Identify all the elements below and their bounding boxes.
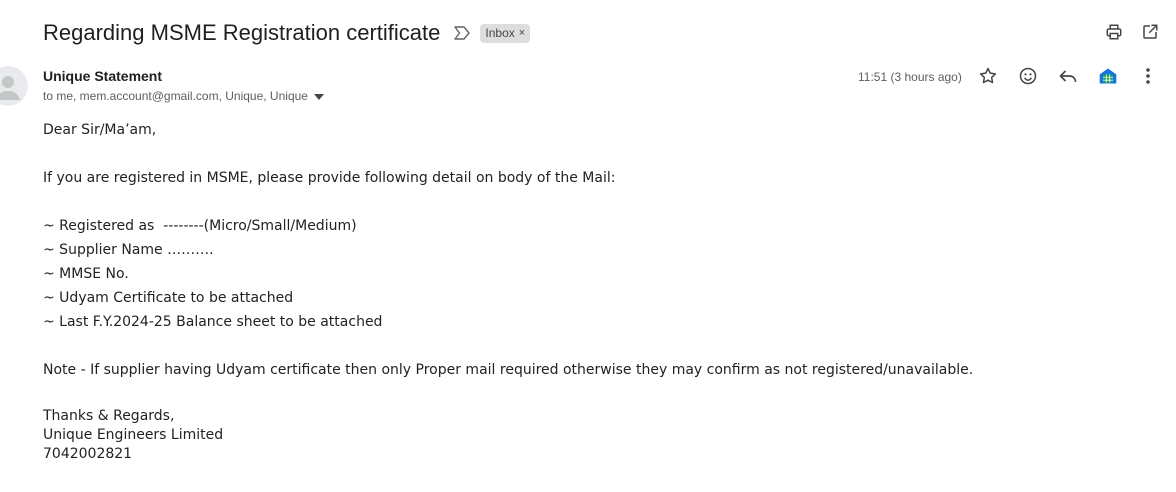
sender-avatar[interactable] — [0, 66, 28, 106]
reply-icon[interactable] — [1058, 66, 1078, 86]
signature-line: 7042002821 — [43, 446, 133, 462]
emoji-reaction-icon[interactable] — [1018, 66, 1038, 86]
recipients-text: to me, mem.account@gmail.com, Unique, Un… — [43, 89, 308, 103]
signature-line: Thanks & Regards, — [43, 408, 175, 424]
subject-row: Regarding MSME Registration certificate … — [43, 14, 531, 52]
body-intro: If you are registered in MSME, please pr… — [43, 170, 616, 186]
star-icon[interactable] — [978, 66, 998, 86]
message-actions — [978, 66, 1158, 86]
body-item: ~ Registered as --------(Micro/Small/Med… — [43, 218, 357, 234]
sheets-addon-icon[interactable] — [1098, 66, 1118, 86]
body-note: Note - If supplier having Udyam certific… — [43, 362, 974, 378]
body-item: ~ Last F.Y.2024-25 Balance sheet to be a… — [43, 314, 383, 330]
open-in-new-window-icon[interactable] — [1140, 22, 1160, 42]
recipients-line[interactable]: to me, mem.account@gmail.com, Unique, Un… — [43, 89, 324, 103]
sender-name[interactable]: Unique Statement — [43, 68, 162, 84]
body-greeting: Dear Sir/Ma’am, — [43, 122, 157, 138]
remove-label-icon[interactable]: × — [519, 27, 525, 39]
inbox-label-chip[interactable]: Inbox × — [480, 23, 531, 43]
inbox-label-text: Inbox — [485, 25, 515, 40]
more-options-icon[interactable] — [1138, 66, 1158, 86]
body-item: ~ Udyam Certificate to be attached — [43, 290, 294, 306]
show-details-chevron-icon[interactable] — [313, 89, 324, 103]
label-important-icon[interactable] — [454, 25, 471, 41]
signature-line: Unique Engineers Limited — [43, 427, 224, 443]
body-item: ~ Supplier Name ………. — [43, 242, 214, 258]
email-signature: Thanks & Regards, Unique Engineers Limit… — [43, 407, 1143, 464]
email-subject: Regarding MSME Registration certificate — [43, 20, 441, 45]
print-icon[interactable] — [1104, 22, 1124, 42]
email-timestamp: 11:51 (3 hours ago) — [858, 70, 962, 84]
email-body: Dear Sir/Ma’am, If you are registered in… — [43, 118, 1143, 464]
body-item: ~ MMSE No. — [43, 266, 129, 282]
thread-toolbar — [1104, 22, 1160, 42]
